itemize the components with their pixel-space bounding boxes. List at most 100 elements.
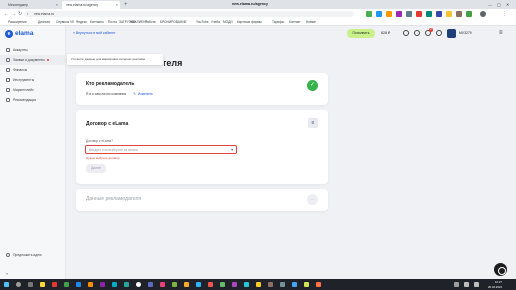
- bookmark-item[interactable]: Яндекс: [76, 19, 87, 25]
- chevron-down-icon[interactable]: ▾: [231, 146, 233, 154]
- extension-icon[interactable]: [466, 11, 472, 17]
- close-icon[interactable]: ×: [116, 1, 118, 9]
- sidebar-item-recommendations[interactable]: Рекомендации: [0, 95, 66, 105]
- close-window-button[interactable]: ✕: [506, 0, 509, 9]
- app-icon[interactable]: [88, 282, 93, 287]
- extension-icon[interactable]: [366, 11, 372, 17]
- bookmark-item[interactable]: Контакт: [289, 19, 300, 25]
- bookmark-item[interactable]: Сервисы VK: [56, 19, 74, 25]
- bookmark-item[interactable]: БРОНИРОВАНИЕ: [160, 19, 187, 25]
- volume-icon[interactable]: [474, 282, 479, 287]
- sidebar-item-tools[interactable]: Инструменты: [0, 75, 66, 85]
- logo-text: elama: [15, 30, 34, 37]
- os-taskbar: 10:27 20.02.2024: [0, 279, 516, 290]
- bookmark-item[interactable]: Тарифы: [272, 19, 284, 25]
- next-button[interactable]: Далее: [86, 164, 106, 173]
- browser-tab-elama[interactable]: new.elama.ru/agency ×: [62, 1, 120, 9]
- wifi-icon[interactable]: [464, 282, 469, 287]
- extension-icon[interactable]: [386, 11, 392, 17]
- extension-icon[interactable]: [376, 11, 382, 17]
- maximize-button[interactable]: ▢: [497, 0, 501, 9]
- top-up-button[interactable]: Пополнить: [347, 29, 375, 38]
- extension-icon[interactable]: [426, 11, 432, 17]
- bookmark-item[interactable]: Почта: [108, 19, 117, 25]
- address-bar[interactable]: • new.elama.ru: [24, 11, 354, 17]
- sidebar-item-finance[interactable]: Финансы: [0, 65, 66, 75]
- browser-icon[interactable]: [136, 282, 141, 287]
- app-icon[interactable]: [268, 282, 273, 287]
- extension-icon[interactable]: [406, 11, 412, 17]
- sidebar-item-label: Финансы: [13, 68, 28, 72]
- advertiser-data-card[interactable]: Данные рекламодателя …: [76, 189, 328, 211]
- avatar[interactable]: [447, 29, 456, 38]
- search-icon[interactable]: [16, 282, 21, 287]
- clock[interactable]: 10:27 20.02.2024: [488, 280, 502, 289]
- app-icon[interactable]: [148, 282, 153, 287]
- account-name[interactable]: MV3279: [459, 29, 472, 38]
- file-explorer-icon[interactable]: [40, 282, 45, 287]
- extension-icon[interactable]: [416, 11, 422, 17]
- app-icon[interactable]: [160, 282, 165, 287]
- app-icon[interactable]: [220, 282, 225, 287]
- tray-icon[interactable]: [454, 282, 459, 287]
- profile-icon[interactable]: [480, 11, 486, 17]
- app-icon[interactable]: [256, 282, 261, 287]
- minimize-button[interactable]: —: [488, 0, 492, 9]
- task-view-icon[interactable]: [28, 282, 33, 287]
- app-icon[interactable]: [184, 282, 189, 287]
- app-icon[interactable]: [232, 282, 237, 287]
- bookmark-item[interactable]: Работа: [145, 19, 156, 25]
- extension-icon[interactable]: [436, 11, 442, 17]
- sidebar-item-accounts[interactable]: Аккаунты: [0, 45, 66, 55]
- collapse-sidebar-icon[interactable]: »: [6, 271, 8, 276]
- bookmark-item[interactable]: YouTube: [196, 19, 209, 25]
- bookmark-item[interactable]: Учеба: [211, 19, 220, 25]
- back-icon[interactable]: ←: [4, 9, 9, 19]
- new-tab-button[interactable]: +: [124, 1, 128, 9]
- browser-tab-messenger[interactable]: Мессенджер ×: [4, 1, 60, 9]
- sidebar-item-label: Рекомендации: [13, 98, 37, 102]
- bell-icon[interactable]: [403, 30, 409, 36]
- app-icon[interactable]: [76, 282, 81, 287]
- reload-icon[interactable]: ↻: [18, 9, 22, 19]
- app-icon[interactable]: [100, 282, 105, 287]
- extension-icon[interactable]: [446, 11, 452, 17]
- extension-icon[interactable]: [396, 11, 402, 17]
- chat-icon[interactable]: [494, 263, 507, 276]
- app-icon[interactable]: [196, 282, 201, 287]
- clock-date: 20.02.2024: [488, 284, 502, 289]
- app-icon[interactable]: [112, 282, 117, 287]
- back-to-cabinet-link[interactable]: « Вернуться в мой кабинет: [73, 31, 116, 35]
- required-mark: *: [112, 139, 114, 143]
- edit-link[interactable]: ✎ Изменить: [133, 92, 153, 96]
- forward-icon[interactable]: →: [11, 9, 16, 19]
- app-icon[interactable]: [208, 282, 213, 287]
- bookmark-item[interactable]: Расширения: [8, 19, 27, 25]
- bookmark-item[interactable]: Контакты: [90, 19, 104, 25]
- bookmark-item[interactable]: МОДИ: [223, 19, 233, 25]
- sidebar-item-marketplace[interactable]: Маркетплейс: [0, 85, 66, 95]
- app-icon[interactable]: [304, 282, 309, 287]
- menu-icon[interactable]: ≡: [499, 28, 503, 39]
- app-icon[interactable]: [64, 282, 69, 287]
- app-icon[interactable]: [124, 282, 129, 287]
- bookmark-item[interactable]: Диалоги: [38, 19, 50, 25]
- help-icon[interactable]: [436, 30, 442, 36]
- app-icon[interactable]: [52, 282, 57, 287]
- app-icon[interactable]: [292, 282, 297, 287]
- windows-start-icon[interactable]: [4, 282, 9, 287]
- browser-menu-icon[interactable]: ⋮: [502, 9, 507, 19]
- app-icon[interactable]: [316, 282, 321, 287]
- gift-icon[interactable]: [414, 30, 420, 36]
- elama-logo[interactable]: e elama: [5, 29, 33, 38]
- sidebar-item-requests[interactable]: Заявки и документы: [0, 55, 66, 65]
- close-icon[interactable]: ×: [56, 1, 58, 9]
- bookmark-item[interactable]: Карточки фирмы: [237, 19, 262, 25]
- app-icon[interactable]: [172, 282, 177, 287]
- app-icon[interactable]: [244, 282, 249, 287]
- bookmark-item[interactable]: Новые: [306, 19, 316, 25]
- contract-select[interactable]: Введите или выберите из списка ▾: [85, 145, 237, 154]
- extension-icon[interactable]: [456, 11, 462, 17]
- app-icon[interactable]: [280, 282, 285, 287]
- suggest-idea-link[interactable]: Предложить идею: [6, 253, 42, 257]
